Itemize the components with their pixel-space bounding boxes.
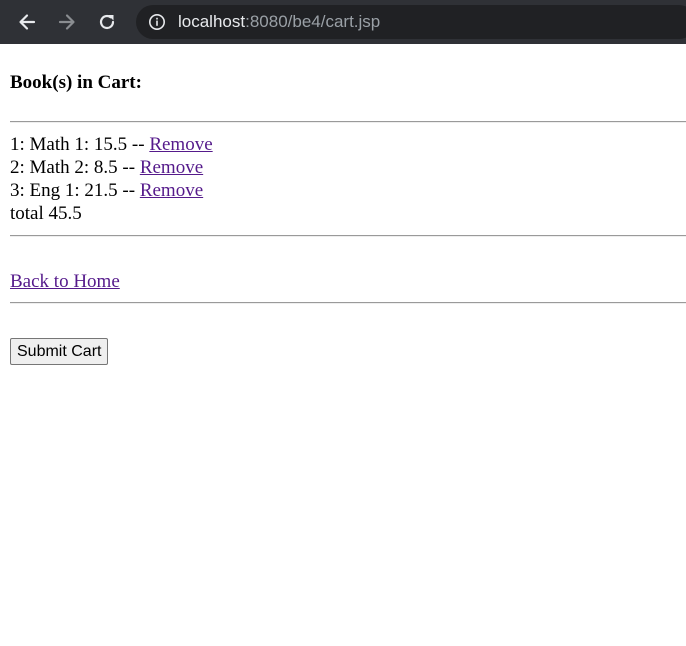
url-text: localhost:8080/be4/cart.jsp [178,12,380,32]
remove-link[interactable]: Remove [140,180,203,201]
arrow-right-icon [58,14,75,30]
page-content: Book(s) in Cart: 1: Math 1: 15.5 -- Remo… [0,44,686,646]
address-bar[interactable]: localhost:8080/be4/cart.jsp [136,5,686,39]
cart-item-text: 3: Eng 1: 21.5 -- [10,180,140,201]
cart-item-text: 2: Math 2: 8.5 -- [10,157,140,178]
remove-link[interactable]: Remove [140,157,203,178]
back-button[interactable] [13,8,41,36]
cart-total: total 45.5 [10,203,82,224]
reload-icon [99,14,115,30]
cart-item: 1: Math 1: 15.5 -- Remove [10,133,213,156]
cart-item: 3: Eng 1: 21.5 -- Remove [10,179,213,202]
arrow-left-icon [19,14,36,30]
cart-item-text: 1: Math 1: 15.5 -- [10,134,150,155]
divider [10,302,686,304]
cart-list: 1: Math 1: 15.5 -- Remove 2: Math 2: 8.5… [10,133,213,225]
browser-toolbar: localhost:8080/be4/cart.jsp [0,0,686,44]
info-icon[interactable] [148,13,166,31]
url-path: :8080/be4/cart.jsp [245,12,381,31]
back-to-home-link[interactable]: Back to Home [10,271,120,292]
cart-item: 2: Math 2: 8.5 -- Remove [10,156,213,179]
url-host: localhost [178,12,246,31]
remove-link[interactable]: Remove [149,134,212,155]
divider [10,121,686,123]
forward-button[interactable] [53,8,81,36]
submit-cart-button[interactable]: Submit Cart [10,338,109,365]
reload-button[interactable] [93,8,121,36]
cart-heading: Book(s) in Cart: [10,72,142,93]
divider [10,235,686,237]
home-link-container: Back to Home [10,270,120,293]
